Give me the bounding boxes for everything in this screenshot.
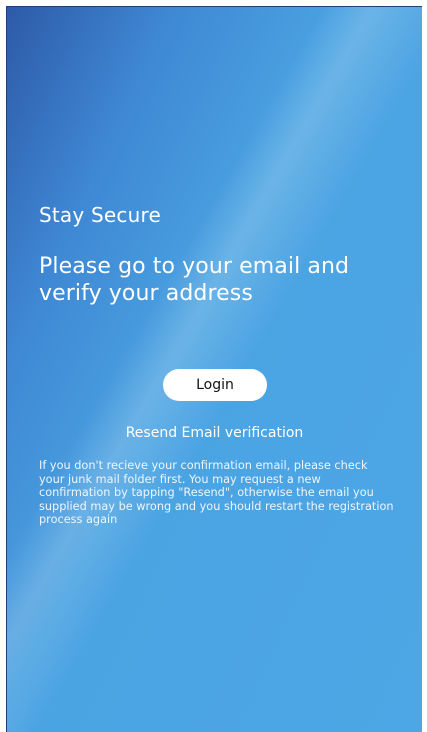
subtitle: Stay Secure xyxy=(39,203,161,227)
resend-email-verification-link[interactable]: Resend Email verification xyxy=(7,424,422,442)
login-button[interactable]: Login xyxy=(163,369,267,401)
headline: Please go to your email and verify your … xyxy=(39,254,350,306)
verification-screen: Stay Secure Please go to your email and … xyxy=(6,6,422,732)
help-text: If you don't recieve your confirmation e… xyxy=(39,459,394,526)
